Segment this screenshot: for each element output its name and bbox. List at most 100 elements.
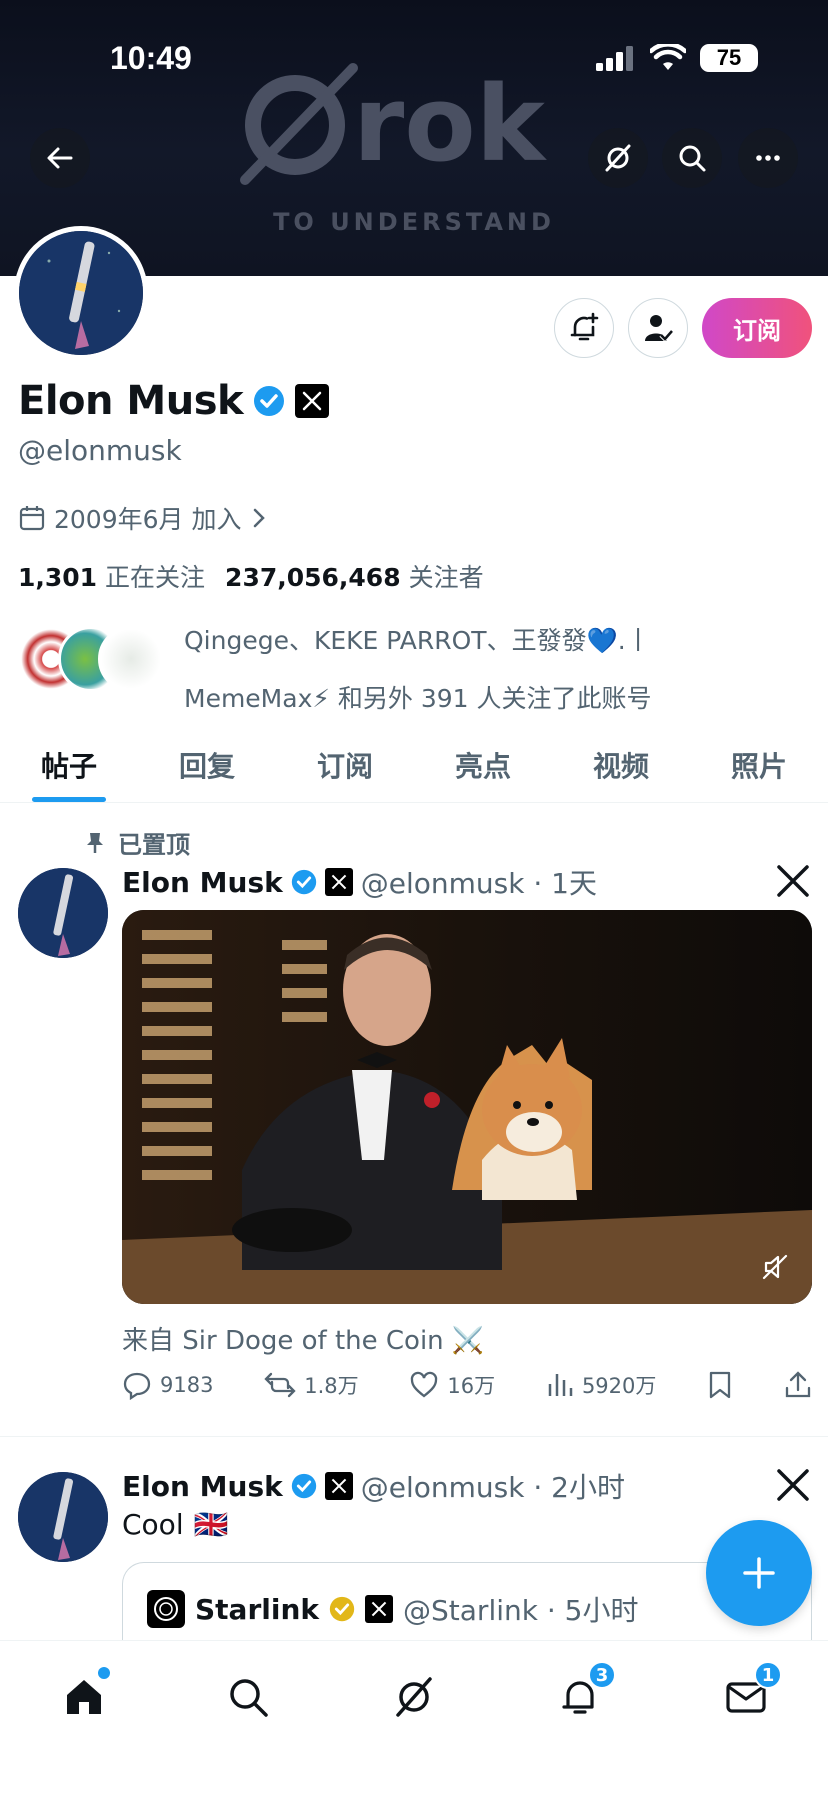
follower-avatar bbox=[98, 626, 164, 692]
tab-highlights[interactable]: 亮点 bbox=[414, 728, 552, 802]
repost-count: 1.8万 bbox=[304, 1374, 359, 1398]
followed-by-line2: MemeMax⚡ 和另外 391 人关注了此账号 bbox=[184, 684, 652, 713]
search-icon bbox=[679, 145, 706, 172]
verified-badge-icon bbox=[291, 1473, 316, 1499]
notifications-badge: 3 bbox=[588, 1661, 616, 1689]
starlink-avatar bbox=[147, 1590, 185, 1628]
bell-plus-icon bbox=[570, 312, 599, 341]
compose-post-button[interactable] bbox=[706, 1520, 812, 1626]
x-affiliate-badge-icon bbox=[324, 868, 353, 896]
share-icon bbox=[785, 1371, 811, 1398]
post-author-name[interactable]: Elon Musk bbox=[122, 1470, 283, 1503]
search-button[interactable] bbox=[662, 128, 722, 188]
bookmark-icon bbox=[710, 1371, 731, 1399]
notifications-subscribe-button[interactable] bbox=[554, 298, 614, 358]
reply-button[interactable]: 9183 bbox=[122, 1370, 213, 1400]
profile-avatar[interactable] bbox=[14, 226, 148, 360]
followed-by-line1: Qingege、KEKE PARROT、王發發💙.丨 bbox=[184, 626, 651, 655]
nav-search[interactable] bbox=[220, 1669, 276, 1725]
post-author-name[interactable]: Elon Musk bbox=[122, 866, 283, 899]
bottom-navigation: 3 1 bbox=[0, 1640, 828, 1798]
gold-verified-badge-icon bbox=[329, 1596, 355, 1622]
verified-badge-icon[interactable] bbox=[253, 385, 285, 417]
grok-button[interactable] bbox=[588, 128, 648, 188]
joined-date[interactable]: 2009年6月 加入 bbox=[18, 500, 269, 536]
post-author-avatar[interactable] bbox=[18, 1472, 108, 1562]
bookmark-button[interactable] bbox=[707, 1370, 733, 1400]
grok-icon bbox=[605, 144, 631, 172]
repost-button[interactable]: 1.8万 bbox=[264, 1370, 359, 1400]
reply-count: 9183 bbox=[160, 1373, 214, 1397]
x-logo-icon bbox=[302, 391, 322, 411]
followers-count: 237,056,468 bbox=[225, 563, 401, 592]
followers-you-know-avatars[interactable] bbox=[18, 626, 168, 696]
person-check-icon bbox=[645, 315, 674, 343]
heart-icon bbox=[411, 1371, 438, 1398]
followed-by-text[interactable]: Qingege、KEKE PARROT、王發發💙.丨 MemeMax⚡ 和另外 … bbox=[184, 612, 814, 728]
post-divider bbox=[0, 1436, 828, 1437]
more-options-button[interactable] bbox=[738, 128, 798, 188]
post-meta: @elonmusk · 2小时 bbox=[360, 1471, 625, 1504]
like-button[interactable]: 16万 bbox=[409, 1370, 495, 1400]
nav-messages[interactable]: 1 bbox=[718, 1661, 782, 1725]
home-icon bbox=[67, 1680, 101, 1714]
like-count: 16万 bbox=[447, 1374, 496, 1398]
views-button[interactable]: 5920万 bbox=[546, 1370, 656, 1400]
battery-indicator: 75 bbox=[700, 44, 758, 72]
uk-flag-emoji: 🇬🇧 bbox=[193, 1508, 229, 1541]
x-logo-icon[interactable] bbox=[776, 864, 810, 898]
post-actions: 9183 1.8万 16万 5920万 bbox=[122, 1368, 812, 1402]
more-icon bbox=[756, 155, 780, 161]
post-header: Elon Musk @elonmusk · 1天 bbox=[122, 862, 597, 902]
profile-name: Elon Musk bbox=[18, 378, 244, 424]
rocket-avatar-image bbox=[18, 868, 108, 958]
messages-badge: 1 bbox=[754, 1661, 782, 1689]
back-button[interactable] bbox=[30, 128, 90, 188]
subscribe-button[interactable]: 订阅 bbox=[702, 298, 812, 358]
post-text-body: Cool bbox=[122, 1508, 184, 1541]
analytics-icon bbox=[548, 1374, 573, 1396]
reply-icon bbox=[123, 1372, 151, 1400]
post-author-avatar[interactable] bbox=[18, 868, 108, 958]
quoted-author-name: Starlink bbox=[195, 1592, 320, 1626]
profile-name-row: Elon Musk bbox=[18, 378, 330, 424]
tab-subscriptions[interactable]: 订阅 bbox=[276, 728, 414, 802]
post-meta: @elonmusk · 1天 bbox=[360, 867, 597, 900]
plus-icon bbox=[743, 1557, 775, 1589]
joined-text: 2009年6月 加入 bbox=[54, 505, 242, 534]
chevron-right-icon bbox=[254, 508, 266, 528]
back-arrow-icon bbox=[47, 147, 73, 169]
x-logo-icon[interactable] bbox=[776, 1468, 810, 1502]
following-button[interactable] bbox=[628, 298, 688, 358]
tab-replies[interactable]: 回复 bbox=[138, 728, 276, 802]
nav-home[interactable] bbox=[56, 1667, 112, 1725]
x-affiliate-badge-icon bbox=[324, 1472, 353, 1500]
follow-stats: 1,301 正在关注 237,056,468 关注者 bbox=[18, 558, 484, 594]
followers-stat[interactable]: 237,056,468 关注者 bbox=[225, 558, 484, 594]
search-icon bbox=[230, 1679, 268, 1717]
quoted-post-header: Starlink @Starlink · 5小时 bbox=[147, 1589, 638, 1629]
home-unread-dot bbox=[98, 1667, 110, 1679]
post-video[interactable] bbox=[122, 910, 812, 1304]
following-count: 1,301 bbox=[18, 563, 98, 592]
tab-posts[interactable]: 帖子 bbox=[0, 728, 138, 802]
post-text: Cool 🇬🇧 bbox=[122, 1508, 228, 1541]
mute-icon[interactable] bbox=[760, 1252, 790, 1282]
profile-tabs: 帖子 回复 订阅 亮点 视频 照片 bbox=[0, 728, 828, 803]
profile-handle: @elonmusk bbox=[18, 434, 182, 467]
following-stat[interactable]: 1,301 正在关注 bbox=[18, 558, 205, 594]
tab-photos[interactable]: 照片 bbox=[690, 728, 828, 802]
verified-badge-icon bbox=[291, 869, 316, 895]
calendar-icon bbox=[19, 506, 45, 531]
post-caption: 来自 Sir Doge of the Coin ⚔️ bbox=[122, 1326, 485, 1356]
nav-notifications[interactable]: 3 bbox=[552, 1661, 616, 1725]
share-button[interactable] bbox=[784, 1370, 812, 1400]
nav-grok[interactable] bbox=[386, 1669, 442, 1725]
tab-videos[interactable]: 视频 bbox=[552, 728, 690, 802]
x-affiliate-badge-icon bbox=[365, 1595, 394, 1623]
quoted-post-meta: @Starlink · 5小时 bbox=[403, 1594, 639, 1627]
x-affiliate-badge-icon[interactable] bbox=[295, 384, 330, 418]
following-label: 正在关注 bbox=[105, 563, 206, 592]
status-time: 10:49 bbox=[110, 40, 192, 76]
grok-icon bbox=[396, 1677, 432, 1717]
